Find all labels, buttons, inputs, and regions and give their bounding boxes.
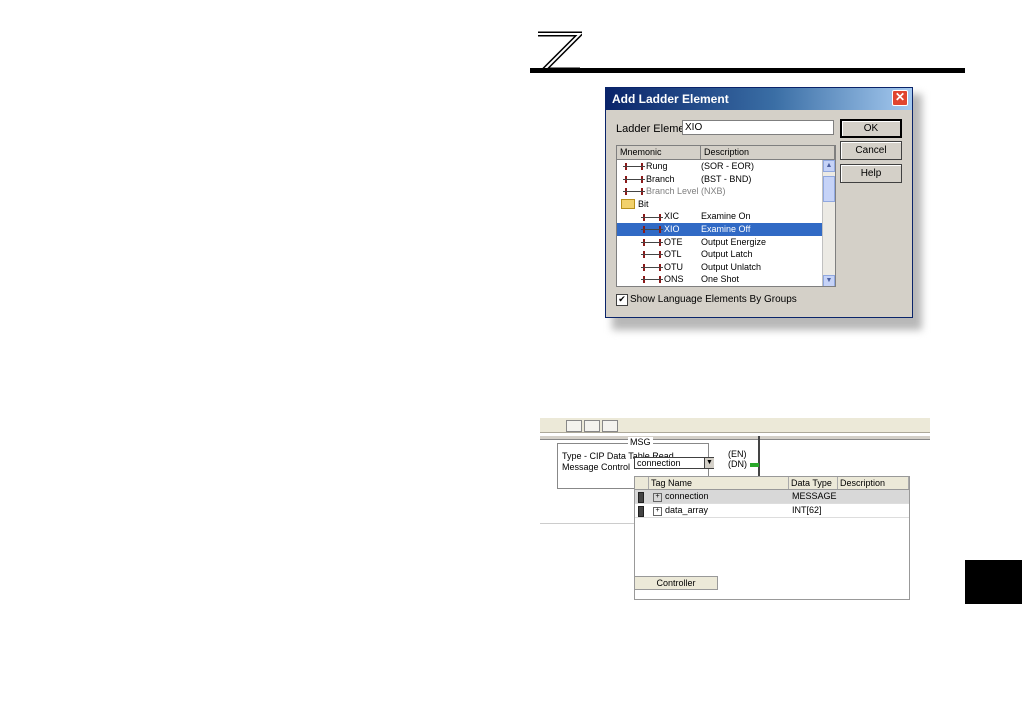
chapter-side-tab [965, 560, 1022, 604]
list-scrollbar[interactable]: ▲ ▼ [822, 160, 835, 286]
toolbar-button[interactable] [584, 420, 600, 432]
element-mnemonic: XIC [664, 211, 680, 222]
element-list[interactable]: Mnemonic Description Rung (SOR - EOR) Bran… [616, 145, 836, 287]
dn-indicator [750, 463, 759, 467]
element-description: Output Latch [701, 249, 753, 260]
element-row[interactable]: XIC Examine On [617, 210, 822, 223]
element-mnemonic: OTE [664, 236, 683, 247]
element-description: (NXB) [701, 186, 726, 197]
element-row[interactable]: OTE Output Energize [617, 236, 822, 249]
rung-divider [540, 523, 635, 524]
ladder-element-icon [641, 226, 663, 234]
tag-col-marker [635, 477, 649, 489]
element-row[interactable]: ONS One Shot [617, 273, 822, 286]
scroll-down-icon[interactable]: ▼ [823, 275, 835, 286]
element-description: (SOR - EOR) [701, 161, 754, 171]
rung-rail [540, 436, 930, 440]
column-description[interactable]: Description [838, 477, 909, 489]
column-description[interactable]: Description [701, 146, 835, 159]
element-mnemonic: OTL [664, 249, 682, 260]
column-tag-name[interactable]: Tag Name [649, 477, 789, 489]
show-groups-checkbox[interactable]: ✔ [616, 294, 628, 306]
dialog-title: Add Ladder Element [606, 88, 912, 110]
element-list-header: Mnemonic Description [617, 146, 835, 160]
element-row[interactable]: Branch Level (NXB) [617, 185, 822, 198]
ladder-element-icon [641, 251, 663, 259]
ladder-toolbar [540, 418, 930, 433]
element-mnemonic: OTU [664, 261, 683, 272]
tag-browser-header: Tag Name Data Type Description [635, 477, 909, 490]
ladder-element-icon [641, 276, 663, 284]
element-list-rows: Rung (SOR - EOR) Branch (BST - BND) Branch L… [617, 160, 822, 286]
show-groups-label: Show Language Elements By Groups [630, 294, 797, 305]
tag-row[interactable]: + data_array INT[62] [635, 504, 909, 518]
element-description: Examine Off [701, 223, 751, 234]
ok-button[interactable]: OK [840, 119, 902, 138]
tag-type: MESSAGE [792, 491, 837, 501]
header-rule [530, 68, 965, 73]
expand-icon[interactable]: + [653, 507, 662, 516]
close-button[interactable]: ✕ [892, 90, 908, 106]
ladder-element-icon [641, 263, 663, 271]
cancel-button[interactable]: Cancel [840, 141, 902, 160]
chevron-down-icon[interactable]: ▼ [704, 458, 714, 468]
toolbar-button[interactable] [566, 420, 582, 432]
ladder-element-icon [623, 188, 645, 196]
add-ladder-element-dialog: Add Ladder Element ✕ Ladder Element: XIO… [605, 87, 913, 318]
element-mnemonic: Bit [638, 198, 649, 209]
element-row[interactable]: OTL Output Latch [617, 248, 822, 261]
element-mnemonic: Branch Level [646, 186, 699, 197]
tab-controller[interactable]: Controller [634, 576, 718, 590]
element-mnemonic: ONS [664, 274, 684, 285]
element-description: Examine On [701, 211, 751, 222]
ladder-element-icon [623, 163, 645, 171]
column-mnemonic[interactable]: Mnemonic [617, 146, 701, 159]
element-row[interactable]: OTU Output Unlatch [617, 261, 822, 274]
dn-output: (DN) [728, 459, 747, 469]
tag-name: connection [665, 491, 709, 501]
element-description: Output Energize [701, 236, 767, 247]
ladder-element-icon [641, 213, 663, 221]
folder-icon [621, 199, 635, 210]
tag-row[interactable]: + connection MESSAGE [635, 490, 909, 504]
message-control-combo[interactable]: connection [634, 457, 714, 469]
tag-icon [638, 492, 644, 503]
tag-name: data_array [665, 505, 709, 515]
msg-title: MSG [628, 437, 653, 447]
column-data-type[interactable]: Data Type [789, 477, 838, 489]
ladder-element-icon [623, 175, 645, 183]
element-row[interactable]: Bit [617, 198, 822, 211]
ladder-element-input[interactable]: XIO [682, 120, 834, 135]
msg-control-label: Message Control [562, 462, 631, 472]
toolbar-button[interactable] [602, 420, 618, 432]
element-row[interactable]: Rung (SOR - EOR) [617, 160, 822, 173]
element-description: One Shot [701, 274, 740, 285]
element-row[interactable]: XIO Examine Off [617, 222, 822, 236]
element-mnemonic: Branch [646, 173, 675, 184]
help-button[interactable]: Help [840, 164, 902, 183]
element-mnemonic: Rung [646, 161, 668, 171]
element-mnemonic: XIO [664, 223, 680, 234]
element-description: (BST - BND) [701, 173, 752, 184]
element-row[interactable]: Branch (BST - BND) [617, 173, 822, 186]
element-description: Output Unlatch [701, 261, 762, 272]
expand-icon[interactable]: + [653, 493, 662, 502]
en-output: (EN) [728, 449, 747, 459]
tag-icon [638, 506, 644, 517]
tag-type: INT[62] [792, 505, 822, 515]
ladder-editor: MSG Type - CIP Data Table Read Message C… [540, 418, 930, 600]
ladder-element-icon [641, 238, 663, 246]
scroll-up-icon[interactable]: ▲ [823, 160, 835, 172]
scroll-thumb[interactable] [823, 176, 835, 202]
